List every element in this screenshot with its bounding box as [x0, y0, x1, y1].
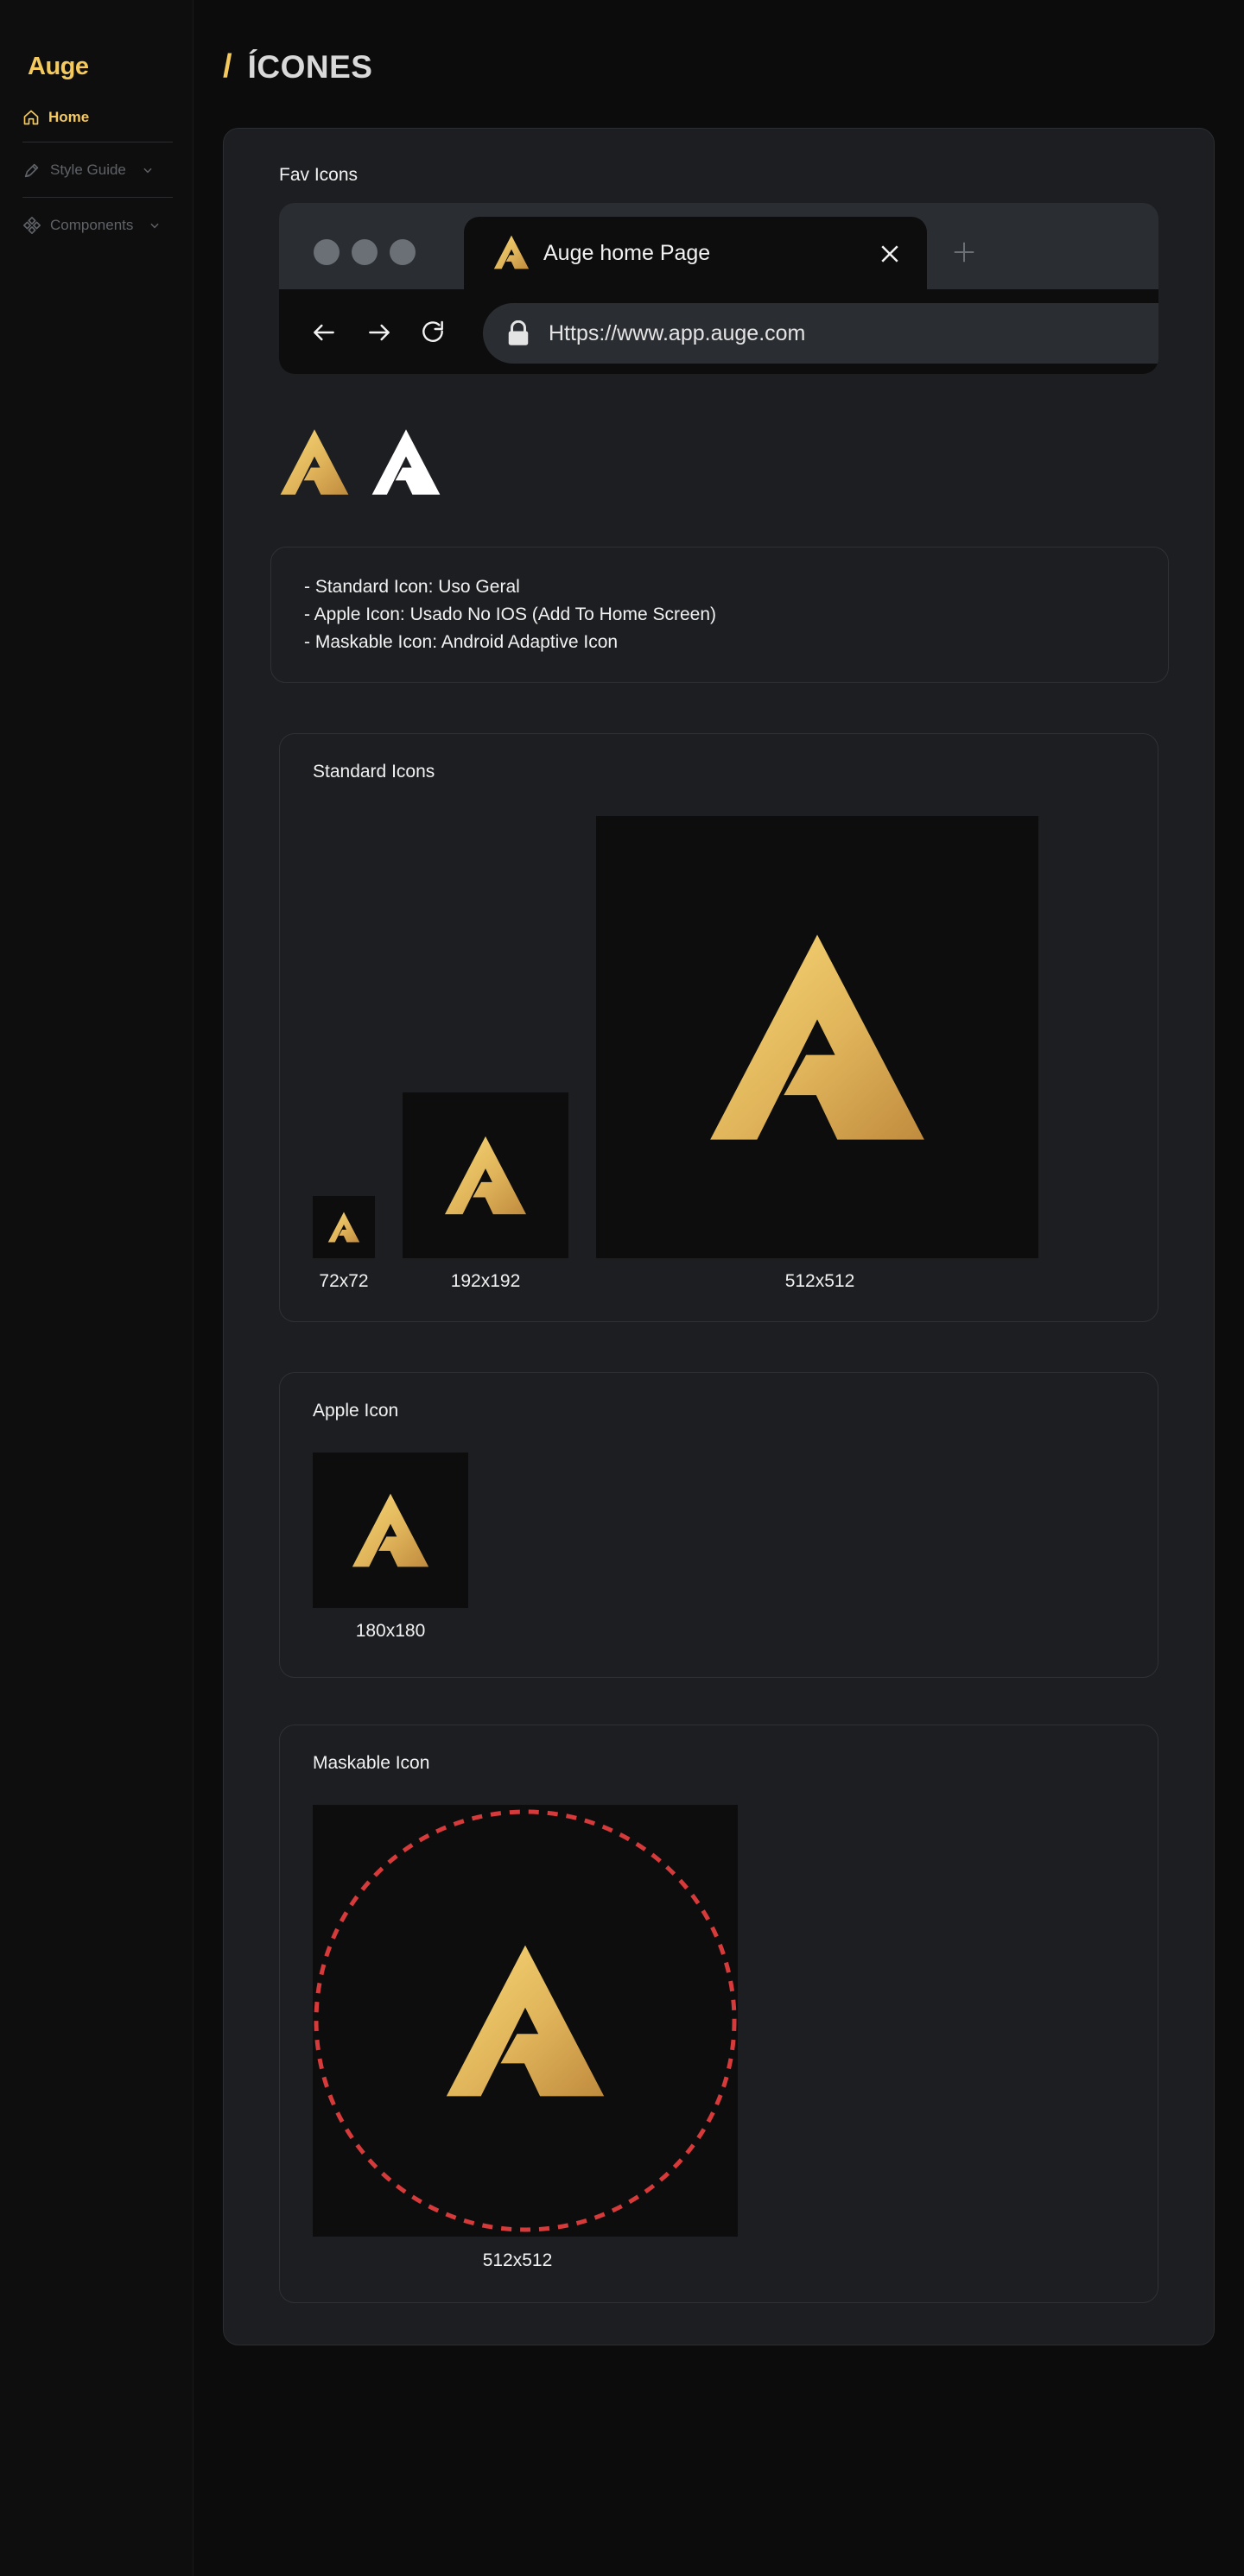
- sidebar: Auge Home Style Guide Components: [0, 0, 194, 2576]
- fav-icons-title: Fav Icons: [279, 165, 359, 185]
- window-dot: [352, 239, 378, 265]
- sidebar-item-home[interactable]: Home: [22, 100, 89, 135]
- chevron-down-icon: [149, 219, 161, 231]
- arrow-left-icon[interactable]: [310, 319, 338, 346]
- favicon-variants: [279, 426, 441, 498]
- browser-mockup: Auge home Page Https://www.app.auge.com: [279, 203, 1158, 374]
- plus-icon[interactable]: [951, 239, 977, 265]
- url-text: Https://www.app.auge.com: [549, 321, 806, 345]
- size-label: 512x512: [482, 2250, 553, 2270]
- title-slash: /: [223, 48, 232, 85]
- sidebar-divider: [22, 197, 173, 198]
- sidebar-item-label: Components: [50, 217, 134, 233]
- window-dot: [390, 239, 416, 265]
- sidebar-logo[interactable]: Auge: [28, 53, 89, 81]
- size-label: 180x180: [355, 1621, 426, 1641]
- standard-icons-title: Standard Icons: [313, 762, 435, 782]
- lock-icon: [507, 320, 530, 346]
- info-line: - Standard Icon: Uso Geral: [304, 577, 520, 597]
- auge-logo-icon: [710, 934, 924, 1140]
- size-label: 72x72: [319, 1271, 369, 1291]
- info-line: - Apple Icon: Usado No IOS (Add To Home …: [304, 604, 717, 624]
- address-bar[interactable]: Https://www.app.auge.com: [483, 303, 1158, 364]
- arrow-right-icon[interactable]: [365, 319, 393, 346]
- info-box: - Standard Icon: Uso Geral - Apple Icon:…: [270, 547, 1169, 683]
- page-header: / ÍCONES: [223, 48, 372, 85]
- pen-icon: [22, 161, 41, 180]
- auge-logo-icon: [352, 1493, 429, 1567]
- favicon-gold-icon: [279, 426, 350, 498]
- browser-toolbar: Https://www.app.auge.com: [279, 289, 1158, 374]
- favicon-white-icon: [371, 426, 441, 498]
- sidebar-item-style-guide[interactable]: Style Guide: [22, 153, 154, 187]
- maskable-icon-card: Maskable Icon 512x512: [279, 1725, 1158, 2303]
- icon-192-preview: [403, 1092, 568, 1258]
- home-icon: [22, 109, 40, 126]
- chevron-down-icon: [142, 164, 154, 176]
- icon-72-preview: [313, 1196, 375, 1258]
- auge-logo-icon: [444, 1136, 527, 1215]
- close-icon[interactable]: [877, 241, 903, 267]
- main-card: Fav Icons Auge home Page Https://www.app…: [223, 128, 1215, 2345]
- apple-icon-title: Apple Icon: [313, 1401, 399, 1421]
- auge-logo-icon: [446, 1945, 605, 2097]
- sidebar-item-components[interactable]: Components: [22, 208, 161, 243]
- maskable-icon-title: Maskable Icon: [313, 1753, 430, 1773]
- apple-icon-preview: [313, 1453, 468, 1608]
- tab-title: Auge home Page: [543, 241, 711, 265]
- size-label: 192x192: [450, 1271, 521, 1291]
- info-line: - Maskable Icon: Android Adaptive Icon: [304, 632, 619, 652]
- sidebar-item-label: Style Guide: [50, 161, 126, 178]
- favicon-icon: [493, 234, 530, 270]
- browser-tab[interactable]: Auge home Page: [464, 217, 927, 293]
- auge-logo-icon: [327, 1212, 360, 1243]
- components-icon: [22, 216, 41, 235]
- apple-icon-card: Apple Icon 180x180: [279, 1372, 1158, 1678]
- maskable-icon-preview: [313, 1805, 738, 2237]
- icon-512-preview: [596, 816, 1038, 1258]
- sidebar-item-label: Home: [48, 109, 90, 125]
- page-title: ÍCONES: [247, 48, 373, 85]
- standard-icons-card: Standard Icons 72x72 192x192 512x512: [279, 733, 1158, 1322]
- window-dot: [314, 239, 340, 265]
- reload-icon[interactable]: [419, 319, 447, 346]
- size-label: 512x512: [784, 1271, 855, 1291]
